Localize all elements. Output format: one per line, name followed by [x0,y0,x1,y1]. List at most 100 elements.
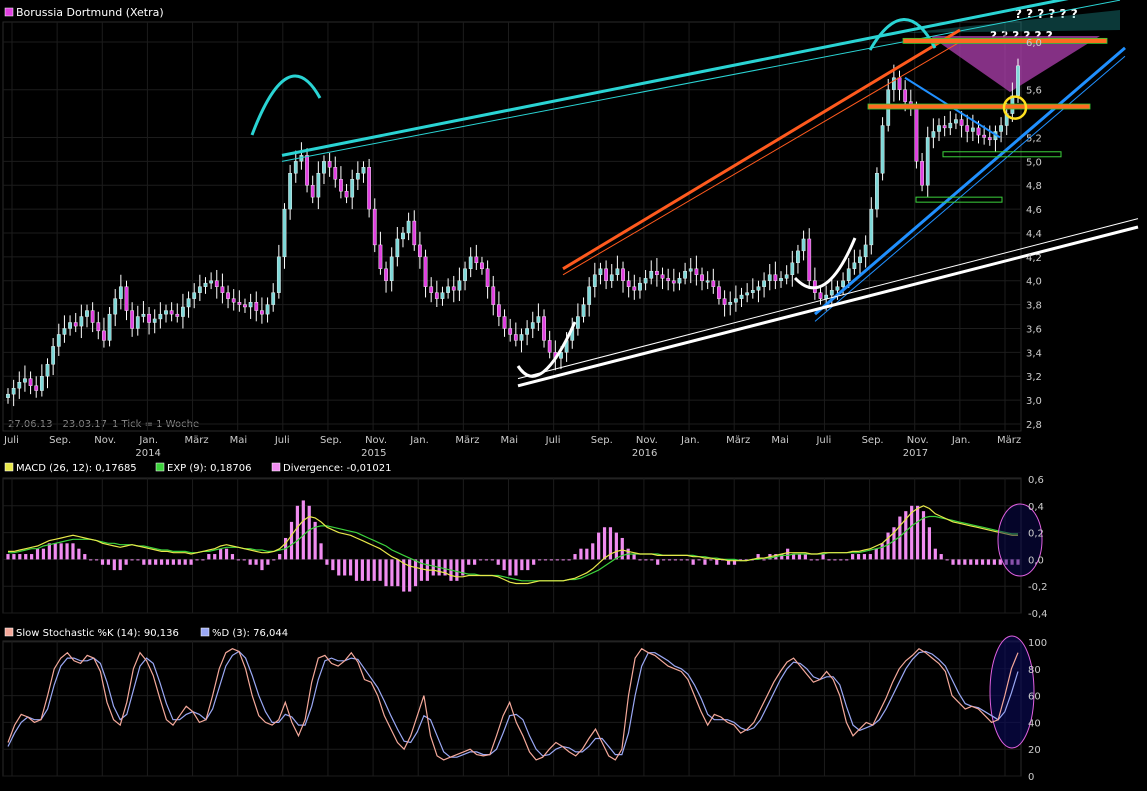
candle-body [372,208,377,246]
candle-body [276,256,281,293]
price-y-tick-label: 5,2 [1026,133,1042,144]
macd-y-tick-label: -0,4 [1028,609,1048,620]
candle-body [389,256,394,281]
candle-body [333,167,338,180]
candle-body [79,316,84,327]
candle-body [310,185,315,198]
candle-body [728,302,733,305]
candle-body [118,286,123,299]
price-y-tick-label: 3,4 [1026,348,1042,359]
stoch-y-tick-label: 40 [1028,718,1041,729]
divergence-bar [236,559,240,561]
candle-body [700,274,704,281]
macd-y-tick-label: 0,6 [1028,475,1044,486]
candle-body [779,278,783,281]
candle-body [316,173,321,198]
candle-body [660,274,665,279]
divergence-bar [142,559,146,565]
divergence-bar [496,559,500,565]
candle-body [327,161,332,168]
candle-body [818,292,823,299]
candle-body [339,179,343,192]
candle-body [440,292,445,299]
candle-body [615,268,620,275]
price-legend-swatch [4,7,14,17]
candle-body [542,316,546,341]
divergence-bar [354,559,359,581]
candle-body [175,313,180,317]
x-tick-label: Nov. [365,435,387,446]
candle-body [361,167,366,174]
divergence-bar [868,554,872,560]
candle-body [796,250,800,264]
candle-body [1016,65,1020,96]
candle-body [220,286,225,293]
divergence-bar [183,559,187,565]
price-y-tick-label: 2,8 [1026,420,1042,431]
x-tick-label: Jan. [138,435,158,446]
price-y-tick-label: 3,6 [1026,324,1042,335]
price-y-tick-label: 6,0 [1026,38,1042,49]
candle-body [649,270,654,279]
candle-body [784,274,789,279]
legend-label: EXP (9): 0,18706 [167,463,251,474]
price-y-tick-label: 3,0 [1026,396,1042,407]
divergence-bar [65,543,69,560]
divergence-bar [89,559,93,561]
divergence-bar [94,559,99,561]
divergence-bar [165,559,170,565]
x-tick-label: März [455,435,479,446]
divergence-bar [59,543,63,560]
divergence-bar [821,554,825,560]
divergence-bar [207,554,211,560]
candle-body [192,292,197,299]
x-tick-label: März [185,435,209,446]
divergence-bar [951,559,955,565]
divergence-bar [602,527,607,560]
candle-body [451,286,456,291]
candle-body [34,385,39,391]
divergence-bar [124,559,128,565]
x-tick-label: Nov. [94,435,116,446]
x-tick-label: Jan. [951,435,971,446]
candle-body [666,278,671,281]
divergence-bar [833,559,837,561]
divergence-bar [697,559,701,561]
candle-body [457,280,462,291]
candle-body [632,286,637,291]
candle-body [959,119,964,126]
divergence-bar [662,559,666,561]
candle-body [525,328,529,335]
divergence-bar [980,559,985,565]
divergence-bar [679,559,683,561]
divergence-bar [242,559,246,561]
candle-body [305,155,309,186]
divergence-bar [638,559,642,561]
candle-body [931,131,936,138]
candle-body [130,310,135,329]
divergence-bar [319,543,323,560]
divergence-bar [248,559,252,565]
divergence-bar [526,559,530,571]
candle-body [790,262,795,275]
candle-body [621,268,625,281]
candle-body [113,298,118,315]
price-y-tick-label: 4,0 [1026,277,1042,288]
macd-y-tick-label: 0,4 [1028,502,1044,513]
divergence-bar [41,548,46,560]
divergence-bar [715,559,719,565]
candle-body [401,232,405,240]
candle-body [592,274,597,287]
chart-title: Borussia Dortmund (Xetra) [16,6,164,19]
legend-label: Divergence: -0,01021 [283,463,391,474]
candle-body [85,310,89,317]
candle-body [638,282,642,291]
chart-svg: Borussia Dortmund (Xetra) 27.06.13 - 23.… [0,0,1147,787]
divergence-bar [100,559,105,565]
divergence-bar [975,559,979,565]
candle-body [937,125,941,132]
divergence-bar [213,554,217,560]
x-tick-label: Nov. [907,435,929,446]
candle-body [480,262,484,269]
divergence-bar [189,559,193,565]
